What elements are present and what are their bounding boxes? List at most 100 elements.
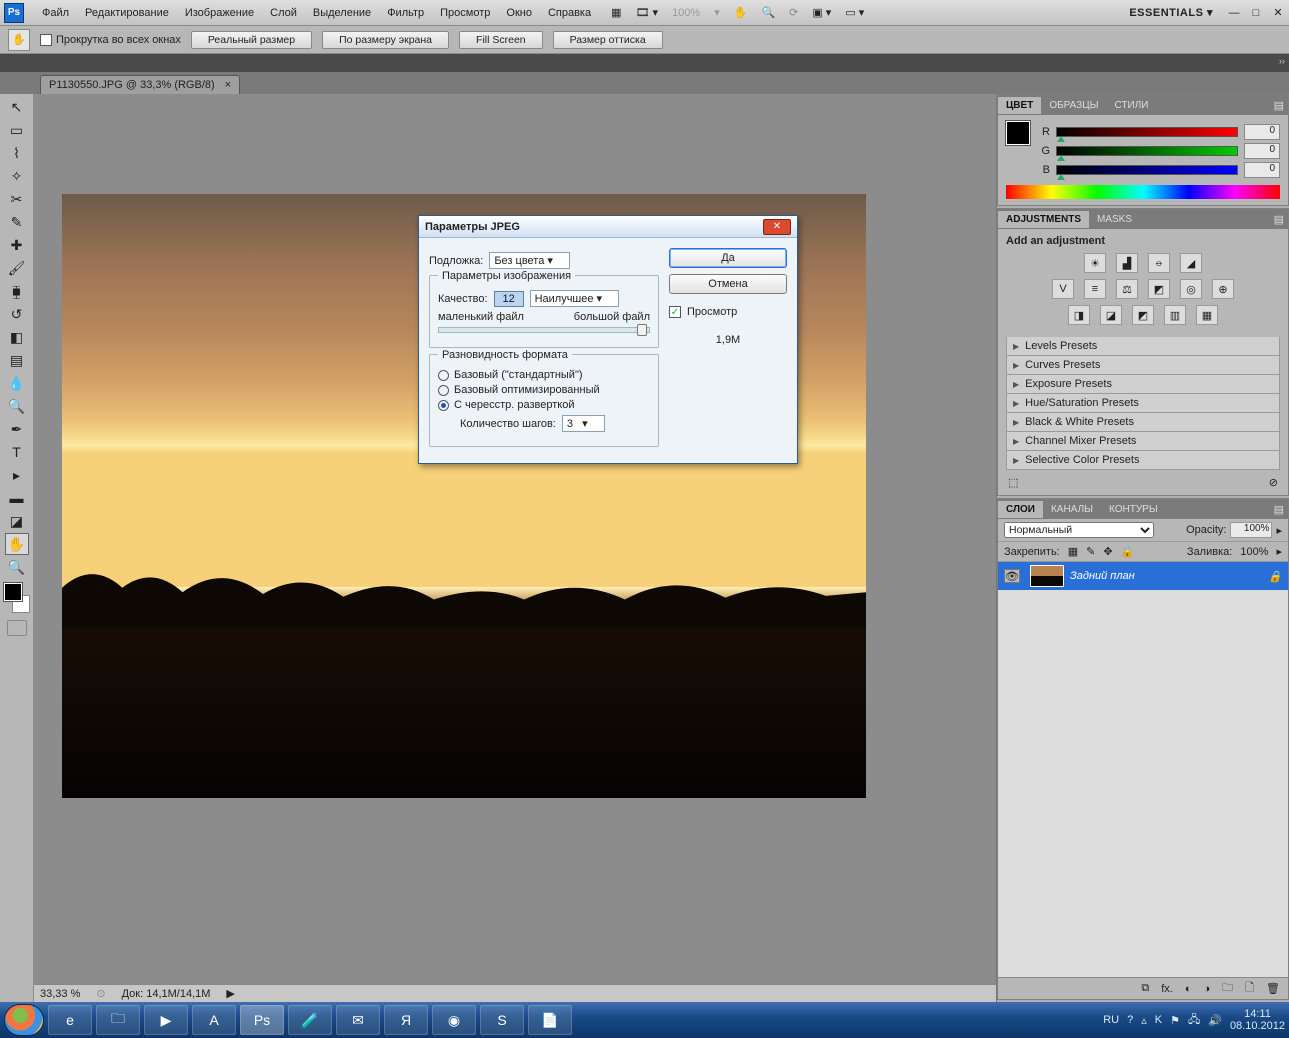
scans-select[interactable]: 3 ▾ <box>562 415 605 432</box>
cancel-button[interactable]: Отмена <box>669 274 787 294</box>
pen-tool[interactable]: ✒ <box>5 418 29 440</box>
color-swatches[interactable] <box>4 583 30 613</box>
taskbar-app-icon[interactable]: 🧪 <box>288 1005 332 1035</box>
preset-exposure[interactable]: ▶Exposure Presets <box>1006 375 1280 394</box>
blur-tool[interactable]: 💧 <box>5 372 29 394</box>
adjust-trash-icon[interactable]: ⊘ <box>1269 476 1278 489</box>
menu-window[interactable]: Окно <box>498 7 540 19</box>
preset-selective[interactable]: ▶Selective Color Presets <box>1006 451 1280 470</box>
taskbar-yandex-icon[interactable]: Я <box>384 1005 428 1035</box>
exposure-icon[interactable]: ◢ <box>1180 253 1202 273</box>
tray-help-icon[interactable]: ? <box>1127 1014 1133 1026</box>
preset-mixer[interactable]: ▶Channel Mixer Presets <box>1006 432 1280 451</box>
bw-icon[interactable]: ◩ <box>1148 279 1170 299</box>
ok-button[interactable]: Да <box>669 248 787 268</box>
tab-layers[interactable]: СЛОИ <box>998 501 1043 518</box>
dodge-tool[interactable]: 🔍 <box>5 395 29 417</box>
menu-layer[interactable]: Слой <box>262 7 305 19</box>
scroll-all-windows-checkbox[interactable]: Прокрутка во всех окнах <box>40 34 181 46</box>
tab-styles[interactable]: СТИЛИ <box>1107 97 1157 114</box>
taskbar-ie-icon[interactable]: e <box>48 1005 92 1035</box>
healing-tool[interactable]: ✚ <box>5 234 29 256</box>
marquee-tool[interactable]: ▭ <box>5 119 29 141</box>
group-icon[interactable]: 🗀 <box>1222 979 1233 998</box>
taskbar-mail-icon[interactable]: ✉ <box>336 1005 380 1035</box>
spectrum-bar[interactable] <box>1006 185 1280 199</box>
panel-menu-icon[interactable]: ▤ <box>1274 213 1284 226</box>
photo-filter-icon[interactable]: ◎ <box>1180 279 1202 299</box>
zoom-tool[interactable]: 🔍 <box>5 556 29 578</box>
menu-select[interactable]: Выделение <box>305 7 379 19</box>
tray-av-icon[interactable]: K <box>1155 1014 1162 1026</box>
3d-tool[interactable]: ◪ <box>5 510 29 532</box>
adjust-clip-icon[interactable]: ⬚ <box>1008 476 1018 489</box>
tray-up-icon[interactable]: ▵ <box>1141 1014 1147 1027</box>
tab-channels[interactable]: КАНАЛЫ <box>1043 501 1101 518</box>
layer-row[interactable]: 👁 Задний план 🔒 <box>998 562 1288 590</box>
menu-edit[interactable]: Редактирование <box>77 7 177 19</box>
tray-flag-icon[interactable]: ⚑ <box>1170 1014 1180 1027</box>
posterize-icon[interactable]: ◪ <box>1100 305 1122 325</box>
history-brush-tool[interactable]: ↺ <box>5 303 29 325</box>
wand-tool[interactable]: ✧ <box>5 165 29 187</box>
dialog-close-button[interactable]: ✕ <box>763 219 791 235</box>
menu-view[interactable]: Просмотр <box>432 7 498 19</box>
tray-clock[interactable]: 14:11 08.10.2012 <box>1230 1008 1285 1032</box>
film-icon[interactable]: 🎞 ▾ <box>636 6 659 19</box>
quality-preset-select[interactable]: Наилучшее ▾ <box>530 290 620 307</box>
status-arrow-icon[interactable]: ▶ <box>226 987 234 1000</box>
document-tab[interactable]: P1130550.JPG @ 33,3% (RGB/8) × <box>40 75 240 94</box>
vibrance-icon[interactable]: V <box>1052 279 1074 299</box>
menu-filter[interactable]: Фильтр <box>379 7 432 19</box>
brush-tool[interactable]: 🖌 <box>5 257 29 279</box>
menu-help[interactable]: Справка <box>540 7 599 19</box>
panel-menu-icon[interactable]: ▤ <box>1274 503 1284 516</box>
menu-file[interactable]: Файл <box>34 7 77 19</box>
hue-icon[interactable]: ≡ <box>1084 279 1106 299</box>
lock-all-icon[interactable]: 🔒 <box>1121 545 1135 558</box>
menu-image[interactable]: Изображение <box>177 7 262 19</box>
close-tab-icon[interactable]: × <box>225 79 231 91</box>
taskbar-chrome-icon[interactable]: ◉ <box>432 1005 476 1035</box>
mask-icon[interactable]: ◐ <box>1185 983 1192 995</box>
preset-bw[interactable]: ▶Black & White Presets <box>1006 413 1280 432</box>
format-baseline-radio[interactable]: Базовый ("стандартный") <box>438 369 650 381</box>
taskbar-media-icon[interactable]: ▶ <box>144 1005 188 1035</box>
visibility-icon[interactable]: 👁 <box>1004 569 1020 583</box>
channel-mixer-icon[interactable]: ⊕ <box>1212 279 1234 299</box>
threshold-icon[interactable]: ◩ <box>1132 305 1154 325</box>
b-slider[interactable] <box>1056 165 1238 175</box>
crop-tool[interactable]: ✂ <box>5 188 29 210</box>
quick-mask-icon[interactable] <box>7 620 27 636</box>
tab-paths[interactable]: КОНТУРЫ <box>1101 501 1166 518</box>
shape-tool[interactable]: ▬ <box>5 487 29 509</box>
tray-volume-icon[interactable]: 🔊 <box>1208 1014 1222 1027</box>
lasso-tool[interactable]: ⌇ <box>5 142 29 164</box>
taskbar-explorer-icon[interactable]: 🗀 <box>96 1005 140 1035</box>
format-progressive-radio[interactable]: С чересстр. разверткой <box>438 399 650 411</box>
b-value[interactable]: 0 <box>1244 162 1280 178</box>
format-optimized-radio[interactable]: Базовый оптимизированный <box>438 384 650 396</box>
r-value[interactable]: 0 <box>1244 124 1280 140</box>
language-indicator[interactable]: RU <box>1103 1014 1119 1026</box>
eraser-tool[interactable]: ◧ <box>5 326 29 348</box>
new-layer-icon[interactable]: 🗋 <box>1245 979 1254 998</box>
matte-select[interactable]: Без цвета ▾ <box>489 252 570 269</box>
gradient-tool[interactable]: ▤ <box>5 349 29 371</box>
status-zoom[interactable]: 33,33 % <box>40 988 80 1000</box>
stamp-tool[interactable]: ⧯ <box>5 280 29 302</box>
lock-pixels-icon[interactable]: ▦ <box>1068 545 1078 558</box>
tab-color[interactable]: ЦВЕТ <box>998 97 1041 114</box>
close-icon[interactable]: ✕ <box>1271 6 1285 20</box>
hand-icon[interactable]: ✋ <box>734 6 748 19</box>
workspace-switcher[interactable]: ESSENTIALS ▾ <box>1123 6 1219 19</box>
zoom-icon[interactable]: 🔍 <box>761 6 775 19</box>
selective-color-icon[interactable]: ▦ <box>1196 305 1218 325</box>
zoom-level[interactable]: 100% <box>672 7 700 19</box>
taskbar-app-icon[interactable]: A <box>192 1005 236 1035</box>
lock-brush-icon[interactable]: ✎ <box>1086 545 1095 558</box>
tab-swatches[interactable]: ОБРАЗЦЫ <box>1041 97 1106 114</box>
tab-adjustments[interactable]: ADJUSTMENTS <box>998 211 1089 228</box>
invert-icon[interactable]: ◨ <box>1068 305 1090 325</box>
hand-tool[interactable]: ✋ <box>5 533 29 555</box>
